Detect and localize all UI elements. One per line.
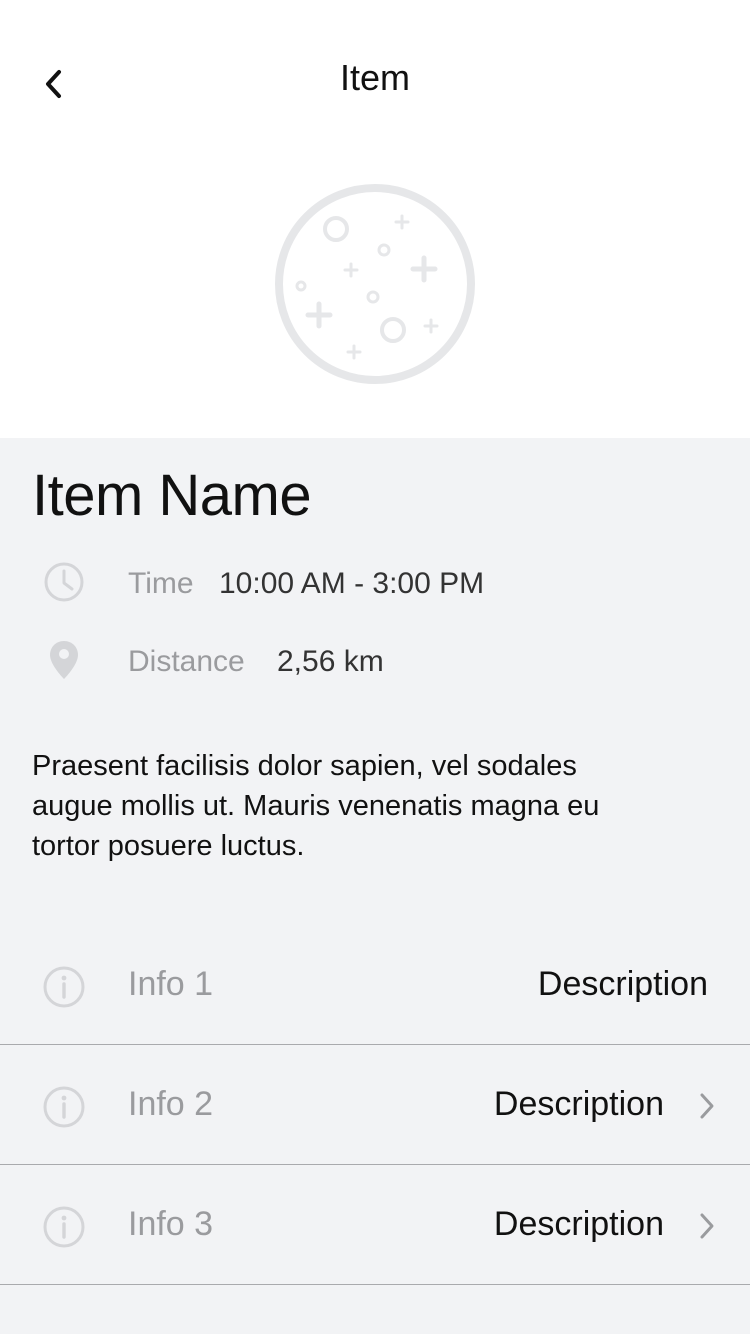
info-value: Description (537, 965, 708, 1003)
info-icon (43, 1086, 85, 1128)
distance-row: Distance 2,56 km (0, 632, 750, 692)
header: Item (0, 0, 750, 438)
distance-value: 2,56 km (277, 645, 384, 678)
info-label: Info 3 (128, 1205, 214, 1243)
location-pin-icon (42, 638, 86, 682)
nav-bar: Item (0, 40, 750, 124)
time-value: 10:00 AM - 3:00 PM (219, 567, 485, 600)
distance-label: Distance (128, 645, 245, 678)
time-row: Time 10:00 AM - 3:00 PM (0, 554, 750, 614)
clock-icon (42, 560, 86, 604)
info-row-3[interactable]: Info 3 Description (0, 1165, 750, 1285)
divider (0, 1284, 750, 1285)
chevron-right-icon (700, 1093, 714, 1119)
page-title: Item (339, 57, 410, 98)
info-row-1: Info 1 Description (0, 925, 750, 1045)
item-description: Praesent facilisis dolor sapien, vel sod… (32, 750, 600, 862)
moon-placeholder-icon (275, 184, 475, 384)
info-row-2[interactable]: Info 2 Description (0, 1045, 750, 1165)
info-icon (43, 1206, 85, 1248)
info-value: Description (493, 1085, 664, 1123)
item-name: Item Name (32, 463, 312, 528)
time-label: Time (128, 567, 194, 600)
info-label: Info 1 (128, 965, 214, 1003)
info-label: Info 2 (128, 1085, 214, 1123)
info-value: Description (493, 1205, 664, 1243)
chevron-right-icon (700, 1213, 714, 1239)
info-icon (43, 966, 85, 1008)
